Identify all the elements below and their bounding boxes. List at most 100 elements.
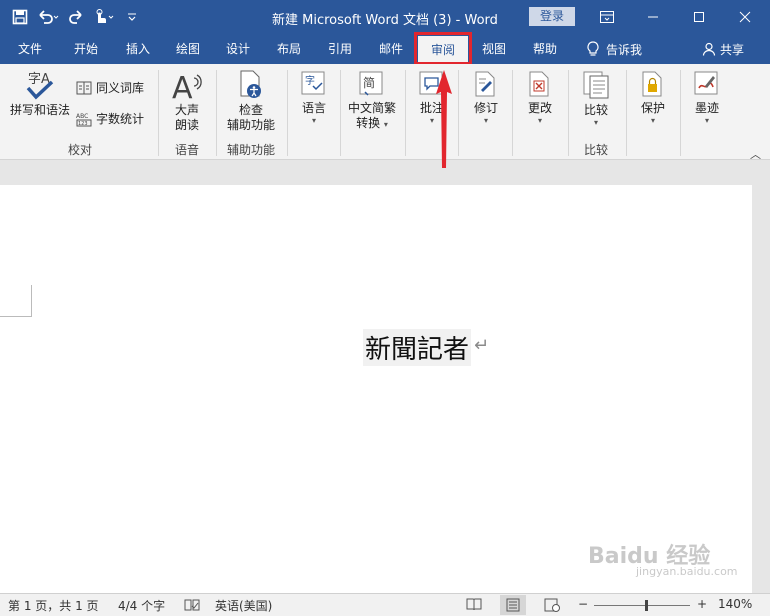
- tell-me-label: 告诉我: [606, 42, 643, 57]
- tab-mailings[interactable]: 邮件: [369, 34, 413, 64]
- login-button[interactable]: 登录: [529, 7, 575, 26]
- tracking-button[interactable]: 修订 ▾: [466, 70, 506, 126]
- check-accessibility-label-2: 辅助功能: [226, 118, 275, 132]
- thesaurus-icon: [76, 81, 92, 94]
- chevron-down-icon: ▾: [593, 118, 598, 127]
- svg-text:123: 123: [78, 121, 88, 127]
- spelling-label: 拼写和语法: [9, 103, 70, 117]
- changes-icon: [529, 71, 549, 97]
- read-aloud-button[interactable]: A 大声 朗读: [164, 70, 210, 133]
- ink-label: 墨迹: [694, 101, 719, 115]
- tab-design[interactable]: 设计: [216, 34, 260, 64]
- word-count[interactable]: 4/4 个字: [118, 597, 165, 614]
- protect-button[interactable]: 保护 ▾: [632, 70, 674, 126]
- changes-button[interactable]: 更改 ▾: [520, 70, 560, 126]
- zoom-slider[interactable]: [594, 605, 690, 606]
- zoom-slider-thumb[interactable]: [645, 600, 648, 611]
- tab-home[interactable]: 开始: [64, 34, 108, 64]
- chinese-conversion-icon: 简: [359, 71, 383, 96]
- touch-mode-button[interactable]: [92, 6, 116, 28]
- read-aloud-label-2: 朗读: [174, 118, 199, 132]
- tab-draw[interactable]: 绘图: [166, 34, 210, 64]
- print-layout-button[interactable]: [500, 595, 526, 615]
- check-accessibility-label-1: 检查: [238, 103, 263, 117]
- read-aloud-label-1: 大声: [174, 103, 199, 117]
- document-title: 新建 Microsoft Word 文档 (3) - Word: [272, 13, 498, 28]
- separator: [287, 70, 288, 156]
- language-button[interactable]: 字 语言 ▾: [294, 70, 334, 126]
- document-page[interactable]: 新聞記者 ↵: [0, 185, 752, 593]
- chevron-down-icon: ▾: [483, 116, 488, 125]
- maximize-button[interactable]: [676, 0, 722, 34]
- lock-icon: [642, 71, 662, 97]
- ink-button[interactable]: 墨迹 ▾: [686, 70, 728, 126]
- collapse-ribbon-button[interactable]: ︿: [750, 146, 761, 162]
- quick-access-toolbar: [8, 6, 144, 28]
- close-button[interactable]: [722, 0, 768, 34]
- tab-layout[interactable]: 布局: [267, 34, 311, 64]
- maximize-icon: [694, 12, 704, 22]
- tab-insert[interactable]: 插入: [116, 34, 160, 64]
- ribbon-display-button[interactable]: [584, 0, 630, 34]
- language-icon: 字: [301, 71, 325, 95]
- document-area[interactable]: 新聞記者 ↵: [0, 161, 770, 593]
- share-button[interactable]: 共享: [702, 34, 744, 64]
- undo-button[interactable]: [36, 6, 60, 28]
- save-button[interactable]: [8, 6, 32, 28]
- svg-text:简: 简: [363, 76, 375, 90]
- customize-qat-button[interactable]: [120, 6, 144, 28]
- separator: [680, 70, 681, 156]
- redo-icon: [69, 10, 82, 24]
- language-status[interactable]: 英语(美国): [215, 597, 272, 614]
- minimize-button[interactable]: [630, 0, 676, 34]
- minimize-icon: [648, 16, 658, 18]
- tell-me-box[interactable]: 告诉我: [586, 34, 642, 64]
- tab-references[interactable]: 引用: [318, 34, 362, 64]
- chevron-down-icon: ▾: [383, 120, 388, 129]
- person-icon: [702, 42, 716, 56]
- ribbon-display-icon: [600, 11, 614, 23]
- language-label: 语言: [301, 101, 326, 115]
- proofing-status-icon: [184, 599, 200, 611]
- zoom-level[interactable]: 140%: [718, 597, 752, 611]
- separator: [216, 70, 217, 156]
- tab-help[interactable]: 帮助: [523, 34, 567, 64]
- word-count-label: 字数统计: [96, 112, 145, 126]
- accessibility-icon: [240, 70, 261, 98]
- spelling-grammar-button[interactable]: 字A 拼写和语法: [8, 70, 72, 118]
- close-icon: [739, 11, 751, 23]
- page-count[interactable]: 第 1 页，共 1 页: [8, 597, 99, 614]
- zoom-in-button[interactable]: +: [697, 597, 707, 611]
- status-bar: 第 1 页，共 1 页 4/4 个字 英语(美国) − + 140%: [0, 593, 770, 616]
- lightbulb-icon: [587, 41, 599, 56]
- svg-text:ABC: ABC: [76, 113, 88, 120]
- group-label-proofing: 校对: [67, 143, 92, 157]
- compare-button[interactable]: 比较 ▾: [574, 70, 618, 128]
- annotation-arrow-icon: [436, 70, 452, 168]
- web-layout-button[interactable]: [544, 598, 560, 615]
- zoom-out-button[interactable]: −: [578, 597, 588, 611]
- thesaurus-button[interactable]: 同义词库: [76, 79, 144, 96]
- separator: [158, 70, 159, 156]
- paragraph-mark: ↵: [474, 335, 490, 356]
- protect-label: 保护: [640, 101, 665, 115]
- read-mode-button[interactable]: [466, 598, 482, 614]
- tab-file[interactable]: 文件: [10, 34, 50, 64]
- chinese-conversion-button[interactable]: 简 中文简繁 转换 ▾: [344, 70, 400, 132]
- title-bar: 新建 Microsoft Word 文档 (3) - Word 登录: [0, 0, 770, 34]
- tab-view[interactable]: 视图: [472, 34, 516, 64]
- chevron-down-icon: ▾: [650, 116, 655, 125]
- separator: [458, 70, 459, 156]
- save-icon: [12, 9, 28, 25]
- separator: [626, 70, 627, 156]
- share-label: 共享: [720, 42, 745, 57]
- redo-button[interactable]: [64, 6, 88, 28]
- document-text[interactable]: 新聞記者: [363, 329, 472, 366]
- check-accessibility-button[interactable]: 检查 辅助功能: [220, 70, 282, 133]
- proofing-status-icon[interactable]: [184, 598, 200, 615]
- chevron-up-icon: ︿: [750, 148, 761, 161]
- vertical-scrollbar[interactable]: [752, 185, 770, 593]
- undo-icon: [39, 10, 59, 24]
- ribbon-tabs: 文件 开始 插入 绘图 设计 布局 引用 邮件 审阅 视图 帮助 告诉我 共享: [0, 34, 770, 64]
- word-count-button[interactable]: ABC 123 字数统计: [76, 110, 144, 127]
